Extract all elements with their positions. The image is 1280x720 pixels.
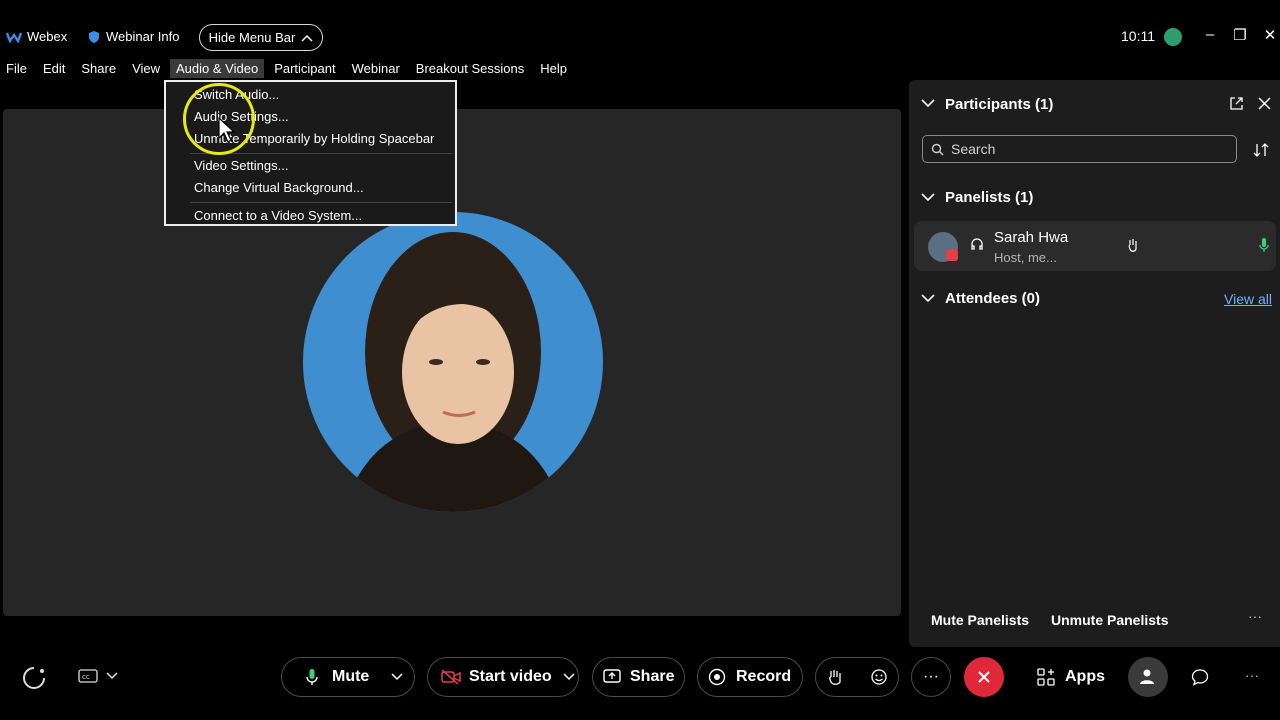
video-off-badge-icon (946, 249, 958, 261)
mute-panelists-button[interactable]: Mute Panelists (931, 612, 1029, 628)
menu-audio-video[interactable]: Audio & Video (170, 58, 265, 78)
search-icon (931, 143, 944, 155)
more-options-icon[interactable]: ··· (1245, 667, 1259, 683)
chevron-down-icon[interactable] (921, 99, 935, 108)
participant-avatar (303, 212, 603, 512)
chevron-down-icon[interactable] (391, 673, 403, 681)
participant-photo (343, 232, 563, 512)
menu-view[interactable]: View (126, 59, 166, 78)
chevron-down-icon[interactable] (921, 294, 935, 303)
menu-bar: File Edit Share View Audio & Video Parti… (0, 58, 577, 78)
participants-panel: Participants (1) Search Panelists (1) Sa… (909, 80, 1280, 647)
mouse-pointer-icon (218, 116, 236, 143)
panelists-title: Panelists (1) (945, 189, 1034, 206)
apps-grid-icon (1037, 668, 1055, 686)
reactions-group (815, 657, 899, 697)
change-virtual-background-item[interactable]: Change Virtual Background... (194, 180, 364, 195)
panelist-role: Host, me... (994, 250, 1057, 265)
microphone-unmuted-icon[interactable] (1259, 237, 1269, 254)
more-options-icon[interactable]: ··· (1248, 608, 1262, 624)
video-off-icon (441, 669, 461, 685)
participant-search-input[interactable]: Search (922, 135, 1237, 163)
hide-menu-bar-button[interactable]: Hide Menu Bar (199, 24, 323, 51)
menu-breakout-sessions[interactable]: Breakout Sessions (410, 59, 530, 78)
minimize-icon[interactable]: – (1202, 26, 1218, 43)
menu-edit[interactable]: Edit (37, 59, 71, 78)
participants-toggle-button[interactable] (1128, 657, 1168, 697)
title-bar: Webex Webinar Info Hide Menu Bar 10:11 –… (0, 0, 1280, 56)
app-name: Webex (27, 29, 68, 44)
more-options-icon: ··· (923, 668, 939, 685)
shield-icon (89, 30, 99, 43)
raise-hand-icon (1128, 239, 1137, 252)
chevron-down-icon[interactable] (106, 672, 118, 680)
pop-out-icon[interactable] (1229, 96, 1244, 111)
chevron-down-icon[interactable] (563, 673, 575, 681)
close-window-icon[interactable]: ✕ (1262, 26, 1278, 44)
chat-icon (1191, 669, 1209, 686)
panelist-name: Sarah Hwa (994, 229, 1069, 246)
menu-divider (190, 202, 452, 203)
menu-participant[interactable]: Participant (268, 59, 341, 78)
view-all-link[interactable]: View all (1224, 291, 1272, 307)
reactions-emoji-icon[interactable] (870, 668, 888, 686)
mute-label: Mute (332, 668, 370, 685)
close-panel-icon[interactable] (1258, 97, 1271, 110)
menu-help[interactable]: Help (534, 59, 573, 78)
attendees-title: Attendees (0) (945, 290, 1041, 307)
closed-captions-icon[interactable]: cc (78, 669, 98, 683)
menu-file[interactable]: File (0, 59, 33, 78)
panelist-row[interactable]: Sarah Hwa Host, me... (914, 221, 1276, 271)
record-button[interactable]: Record (697, 657, 803, 697)
clock: 10:11 (1121, 28, 1155, 44)
raise-hand-icon[interactable] (828, 668, 842, 686)
mute-button[interactable]: Mute (281, 657, 415, 697)
webex-assistant-icon[interactable] (22, 666, 46, 690)
webex-logo-icon (6, 32, 22, 43)
chevron-down-icon[interactable] (921, 193, 935, 202)
microphone-icon (306, 669, 318, 685)
hide-menu-bar-label: Hide Menu Bar (208, 30, 296, 45)
apps-button[interactable]: Apps (1037, 668, 1105, 686)
share-screen-icon (603, 669, 621, 683)
restore-icon[interactable]: ❐ (1232, 26, 1248, 44)
unmute-panelists-button[interactable]: Unmute Panelists (1051, 612, 1168, 628)
svg-text:cc: cc (82, 673, 90, 681)
meeting-toolbar: cc Mute Start video Share Record ··· App… (0, 650, 1280, 720)
menu-webinar[interactable]: Webinar (346, 59, 406, 78)
end-meeting-button[interactable] (964, 657, 1004, 697)
search-placeholder: Search (951, 141, 996, 157)
sort-icon[interactable] (1253, 142, 1269, 158)
webex-app-label[interactable]: Webex (6, 29, 67, 44)
start-video-button[interactable]: Start video (427, 657, 579, 697)
headset-icon (971, 238, 983, 250)
record-icon (708, 668, 726, 686)
network-health-icon[interactable] (1164, 28, 1182, 46)
connect-video-system-item[interactable]: Connect to a Video System... (194, 208, 362, 223)
webinar-info-button[interactable]: Webinar Info (88, 29, 179, 44)
share-label: Share (630, 668, 675, 685)
more-options-button[interactable]: ··· (911, 657, 951, 697)
close-icon (978, 671, 990, 683)
menu-share[interactable]: Share (75, 59, 122, 78)
webinar-info-label: Webinar Info (106, 29, 180, 44)
chat-button[interactable] (1180, 657, 1220, 697)
record-label: Record (736, 668, 792, 685)
participants-title: Participants (1) (945, 96, 1054, 113)
video-settings-item[interactable]: Video Settings... (194, 158, 288, 173)
participants-icon (1140, 669, 1154, 684)
apps-label: Apps (1065, 668, 1105, 685)
start-video-label: Start video (469, 668, 552, 685)
share-button[interactable]: Share (592, 657, 685, 697)
chevron-up-icon (301, 34, 313, 42)
